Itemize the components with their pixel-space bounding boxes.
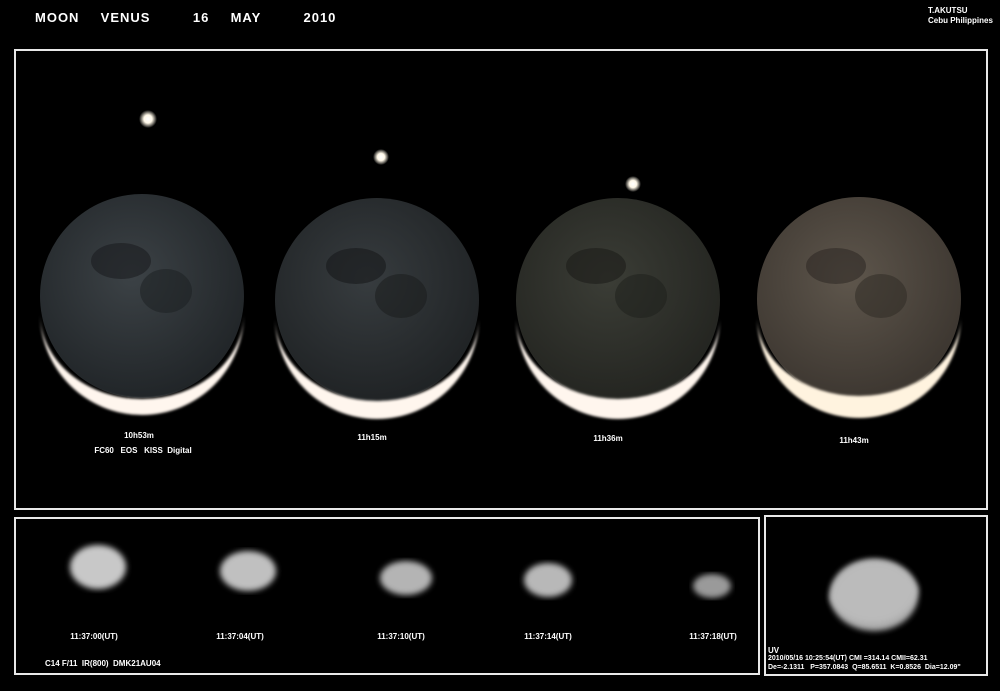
moon-3 bbox=[516, 198, 720, 419]
moon-4 bbox=[757, 197, 961, 418]
venus-frame-3 bbox=[380, 561, 432, 595]
author-location: Cebu Philippines bbox=[928, 16, 993, 25]
moon-1 bbox=[40, 194, 244, 415]
author-name: T.AKUTSU bbox=[928, 6, 968, 15]
moon-equipment: FC60 EOS KISS Digital bbox=[94, 446, 192, 455]
venus-time-2: 11:37:04(UT) bbox=[216, 632, 264, 641]
moon-time-1: 10h53m bbox=[124, 431, 154, 440]
moon-time-2: 11h15m bbox=[357, 433, 387, 442]
venus-1 bbox=[139, 110, 157, 128]
venus-2 bbox=[373, 149, 389, 165]
uv-panel: UV 2010/05/16 10:25:54(UT) CMI =314.14 C… bbox=[764, 515, 988, 676]
venus-time-5: 11:37:18(UT) bbox=[689, 632, 737, 641]
venus-sequence-graphic bbox=[70, 545, 731, 598]
venus-equipment: C14 F/11 IR(800) DMK21AU04 bbox=[45, 659, 161, 668]
venus-time-1: 11:37:00(UT) bbox=[70, 632, 118, 641]
moon-time-4: 11h43m bbox=[839, 436, 869, 445]
uv-venus-graphic bbox=[830, 559, 918, 631]
author-credit: T.AKUTSU Cebu Philippines bbox=[928, 6, 993, 26]
venus-frame-1 bbox=[70, 545, 126, 589]
venus-frame-2 bbox=[220, 551, 276, 591]
uv-ephemeris-line2: De=-2.1311 P=357.0843 Q=85.6511 K=0.8526… bbox=[768, 664, 961, 671]
moon-time-3: 11h36m bbox=[593, 434, 623, 443]
venus-frame-5 bbox=[693, 574, 731, 598]
uv-ephemeris-line1: 2010/05/16 10:25:54(UT) CMI =314.14 CMII… bbox=[768, 655, 928, 662]
venus-time-3: 11:37:10(UT) bbox=[377, 632, 425, 641]
image-title: MOON VENUS 16 MAY 2010 bbox=[35, 10, 337, 25]
uv-filter-label: UV bbox=[768, 646, 780, 655]
moon-venus-panel: 10h53m FC60 EOS KISS Digital 11h15m 11h3… bbox=[14, 49, 988, 510]
venus-3 bbox=[625, 176, 641, 192]
venus-sequence-panel: 11:37:00(UT) 11:37:04(UT) 11:37:10(UT) 1… bbox=[14, 517, 760, 675]
venus-frame-4 bbox=[524, 563, 572, 597]
venus-time-4: 11:37:14(UT) bbox=[524, 632, 572, 641]
moon-2 bbox=[275, 198, 479, 419]
